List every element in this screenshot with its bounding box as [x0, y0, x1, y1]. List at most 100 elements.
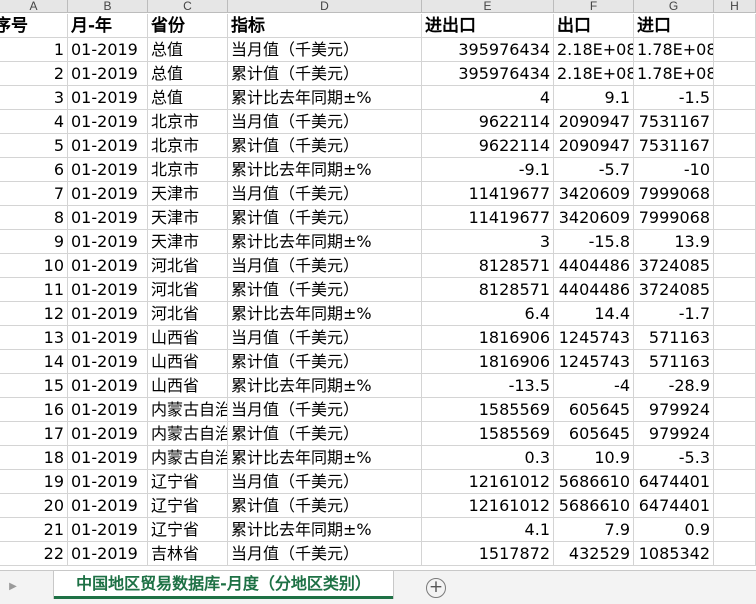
table-cell[interactable]: 当月值（千美元） — [228, 470, 422, 494]
table-cell[interactable]: 总值 — [148, 38, 228, 62]
table-cell[interactable]: 3420609 — [554, 182, 634, 206]
table-cell[interactable]: 累计比去年同期±% — [228, 518, 422, 542]
header-cell[interactable] — [714, 14, 756, 38]
header-cell[interactable]: 进出口 — [422, 14, 554, 38]
table-cell[interactable]: 4 — [0, 110, 68, 134]
column-header-c[interactable]: C — [148, 0, 228, 13]
table-cell[interactable]: 1.78E+08 — [634, 62, 714, 86]
table-cell[interactable] — [714, 542, 756, 566]
table-cell[interactable]: 395976434 — [422, 38, 554, 62]
table-cell[interactable]: 01-2019 — [68, 302, 148, 326]
table-cell[interactable] — [714, 278, 756, 302]
table-cell[interactable]: 0.9 — [634, 518, 714, 542]
table-cell[interactable]: 3 — [0, 86, 68, 110]
table-cell[interactable] — [714, 230, 756, 254]
table-cell[interactable]: -1.7 — [634, 302, 714, 326]
table-cell[interactable]: 河北省 — [148, 302, 228, 326]
table-cell[interactable]: 01-2019 — [68, 38, 148, 62]
table-cell[interactable]: 2.18E+08 — [554, 38, 634, 62]
table-cell[interactable] — [714, 518, 756, 542]
table-cell[interactable]: 19 — [0, 470, 68, 494]
table-cell[interactable]: 吉林省 — [148, 542, 228, 566]
table-cell[interactable]: 6474401 — [634, 470, 714, 494]
table-cell[interactable] — [714, 62, 756, 86]
scroll-tabs-right-icon[interactable]: ▶ — [6, 580, 20, 594]
table-cell[interactable]: 9 — [0, 230, 68, 254]
table-cell[interactable]: -5.3 — [634, 446, 714, 470]
table-cell[interactable] — [714, 470, 756, 494]
table-cell[interactable]: 571163 — [634, 326, 714, 350]
table-cell[interactable]: 432529 — [554, 542, 634, 566]
table-cell[interactable]: 01-2019 — [68, 470, 148, 494]
table-cell[interactable]: -1.5 — [634, 86, 714, 110]
table-cell[interactable]: 累计比去年同期±% — [228, 158, 422, 182]
table-cell[interactable]: 5 — [0, 134, 68, 158]
table-cell[interactable]: 01-2019 — [68, 398, 148, 422]
table-cell[interactable]: 总值 — [148, 86, 228, 110]
table-cell[interactable]: 01-2019 — [68, 278, 148, 302]
table-cell[interactable]: 当月值（千美元） — [228, 254, 422, 278]
table-cell[interactable]: 10.9 — [554, 446, 634, 470]
table-cell[interactable] — [714, 182, 756, 206]
table-cell[interactable]: 18 — [0, 446, 68, 470]
header-cell[interactable]: 指标 — [228, 14, 422, 38]
table-cell[interactable]: 15 — [0, 374, 68, 398]
header-cell[interactable]: 月-年 — [68, 14, 148, 38]
table-cell[interactable]: 01-2019 — [68, 134, 148, 158]
table-cell[interactable]: 14 — [0, 350, 68, 374]
table-cell[interactable]: 01-2019 — [68, 542, 148, 566]
table-cell[interactable]: 累计值（千美元） — [228, 350, 422, 374]
table-cell[interactable]: 内蒙古自治区 — [148, 446, 228, 470]
table-cell[interactable]: 4 — [422, 86, 554, 110]
table-cell[interactable]: 01-2019 — [68, 422, 148, 446]
column-header-g[interactable]: G — [634, 0, 714, 13]
table-cell[interactable] — [714, 422, 756, 446]
table-cell[interactable] — [714, 494, 756, 518]
table-cell[interactable]: 21 — [0, 518, 68, 542]
table-cell[interactable]: 1085342 — [634, 542, 714, 566]
table-cell[interactable]: -4 — [554, 374, 634, 398]
table-cell[interactable] — [714, 158, 756, 182]
table-cell[interactable] — [714, 254, 756, 278]
table-cell[interactable]: 01-2019 — [68, 230, 148, 254]
table-cell[interactable]: 12 — [0, 302, 68, 326]
column-header-e[interactable]: E — [422, 0, 554, 13]
table-cell[interactable]: 605645 — [554, 422, 634, 446]
table-cell[interactable]: 累计值（千美元） — [228, 494, 422, 518]
header-cell[interactable]: 出口 — [554, 14, 634, 38]
column-header-a[interactable]: A — [0, 0, 68, 13]
table-cell[interactable]: 北京市 — [148, 134, 228, 158]
table-cell[interactable]: 01-2019 — [68, 254, 148, 278]
table-cell[interactable]: 3724085 — [634, 254, 714, 278]
table-cell[interactable]: 01-2019 — [68, 446, 148, 470]
table-cell[interactable]: 8 — [0, 206, 68, 230]
table-cell[interactable]: 8128571 — [422, 278, 554, 302]
table-cell[interactable]: 1 — [0, 38, 68, 62]
table-cell[interactable]: 571163 — [634, 350, 714, 374]
table-cell[interactable] — [714, 134, 756, 158]
table-cell[interactable]: 13.9 — [634, 230, 714, 254]
table-cell[interactable] — [714, 374, 756, 398]
table-cell[interactable]: 1816906 — [422, 350, 554, 374]
table-cell[interactable]: 辽宁省 — [148, 470, 228, 494]
table-cell[interactable]: 7 — [0, 182, 68, 206]
table-cell[interactable]: 当月值（千美元） — [228, 38, 422, 62]
table-cell[interactable]: 当月值（千美元） — [228, 542, 422, 566]
table-cell[interactable]: 山西省 — [148, 350, 228, 374]
table-cell[interactable]: 7531167 — [634, 110, 714, 134]
table-cell[interactable]: 天津市 — [148, 230, 228, 254]
table-cell[interactable]: 7999068 — [634, 206, 714, 230]
table-cell[interactable]: 2090947 — [554, 134, 634, 158]
table-cell[interactable]: 1816906 — [422, 326, 554, 350]
table-cell[interactable]: -5.7 — [554, 158, 634, 182]
table-cell[interactable]: 辽宁省 — [148, 518, 228, 542]
table-cell[interactable]: 1585569 — [422, 398, 554, 422]
table-cell[interactable]: 累计值（千美元） — [228, 422, 422, 446]
table-cell[interactable]: 当月值（千美元） — [228, 326, 422, 350]
table-cell[interactable]: 16 — [0, 398, 68, 422]
table-cell[interactable]: 01-2019 — [68, 350, 148, 374]
table-cell[interactable]: 4404486 — [554, 278, 634, 302]
table-cell[interactable]: 6 — [0, 158, 68, 182]
table-cell[interactable]: 1517872 — [422, 542, 554, 566]
table-cell[interactable]: 总值 — [148, 62, 228, 86]
